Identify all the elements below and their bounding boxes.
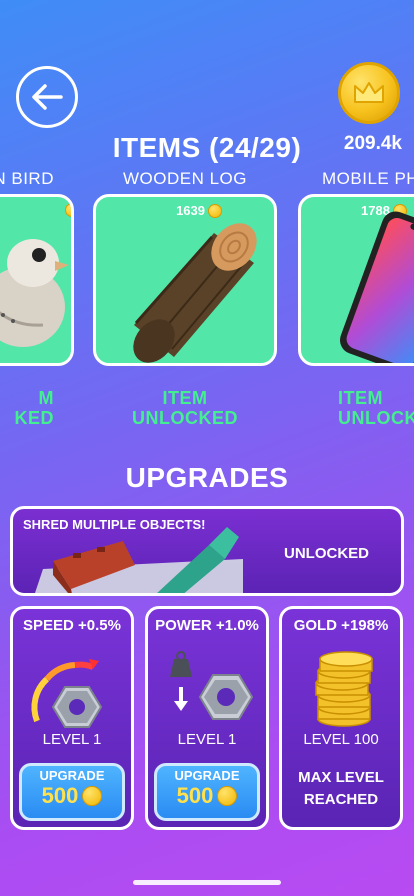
upgrade-label: POWER +1.0%: [155, 617, 259, 634]
item-card[interactable]: 1639: [93, 194, 277, 366]
item-name: N BIRD: [0, 169, 54, 188]
upgrade-label: SPEED +0.5%: [23, 617, 121, 634]
upgrade-cost: 500: [22, 783, 122, 809]
item-name: WOODEN LOG: [122, 169, 247, 188]
page-title: ITEMS (24/29): [112, 132, 302, 163]
upgrade-power-button[interactable]: UPGRADE 500: [154, 763, 260, 821]
back-button[interactable]: [16, 66, 78, 128]
upgrade-button-label: UPGRADE: [39, 768, 105, 783]
item-name: MOBILE PH: [322, 169, 414, 188]
home-indicator[interactable]: [133, 880, 281, 885]
coin-icon: [217, 786, 238, 806]
item-status-line2: UNLOCKED: [338, 408, 414, 428]
item-status-line2: KED: [14, 408, 54, 428]
mobile-phone-image: [339, 211, 414, 363]
item-status-line1: ITEM: [338, 388, 383, 408]
upgrade-card-power: POWER +1.0% LEVEL 1 UPGRADE 500: [145, 606, 269, 830]
crown-icon: [354, 82, 384, 103]
coin-icon: [82, 786, 103, 806]
toy-bird-image: [0, 239, 69, 347]
multi-title: SHRED MULTIPLE OBJECTS!: [23, 517, 206, 532]
weight-shredder-icon: [170, 651, 254, 720]
upgrade-button-label: UPGRADE: [174, 768, 240, 783]
item-mobile-phone[interactable]: MOBILE PH 1788 ITEM UNLOCK: [298, 168, 414, 428]
item-toy-bird[interactable]: N BIRD M KED: [0, 168, 74, 428]
item-wooden-log[interactable]: WOODEN LOG 1639 ITEM UNLOCKED: [93, 168, 277, 428]
upgrade-card-speed: SPEED +0.5% LEVEL 1 UPGRADE 500: [10, 606, 134, 830]
item-card[interactable]: 1788: [298, 194, 414, 366]
max-level-line1: MAX LEVEL: [298, 769, 384, 786]
max-level-line2: REACHED: [303, 791, 379, 808]
upgrades-title: UPGRADES: [125, 462, 289, 493]
upgrade-cost-value: 500: [176, 783, 214, 808]
upgrade-card-gold: GOLD +198% LEVEL 100 MAX LEVEL REACHED: [279, 606, 403, 830]
item-status-line1: ITEM: [162, 388, 208, 408]
upgrade-label: GOLD +198%: [293, 617, 389, 634]
coin-icon: [338, 62, 400, 124]
max-level-text: MAX LEVEL REACHED: [282, 767, 400, 811]
item-status-line1: M: [38, 388, 54, 408]
upgrade-cost: 500: [157, 783, 257, 809]
wooden-log-image: [133, 223, 257, 363]
item-status-line2: UNLOCKED: [132, 408, 238, 428]
arrow-left-icon: [32, 84, 63, 110]
upgrade-level: LEVEL 1: [177, 731, 237, 748]
item-card[interactable]: [0, 194, 74, 366]
upgrade-cost-value: 500: [41, 783, 79, 808]
shred-multiple-card[interactable]: SHRED MULTIPLE OBJECTS! UNLOCKED: [10, 506, 404, 596]
upgrade-speed-button[interactable]: UPGRADE 500: [19, 763, 125, 821]
gold-coins-stack-icon: [315, 651, 373, 727]
speed-gauge-shredder-icon: [31, 659, 103, 728]
items-carousel[interactable]: N BIRD M KED WOODEN LOG 1639: [0, 168, 414, 428]
upgrade-level: LEVEL 1: [42, 731, 102, 748]
upgrade-level: LEVEL 100: [303, 731, 379, 748]
multi-status: UNLOCKED: [284, 545, 369, 562]
